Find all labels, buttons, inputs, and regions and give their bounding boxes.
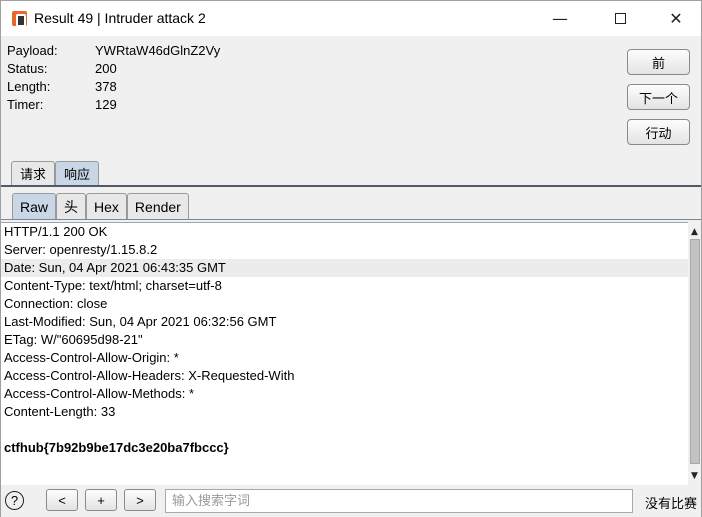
match-status: 没有比赛 [645, 497, 698, 512]
close-button[interactable]: ✕ [653, 1, 699, 35]
tab-divider [1, 185, 701, 187]
response-line: Access-Control-Allow-Origin: * [4, 350, 179, 365]
scroll-down-icon[interactable]: ▼ [689, 469, 700, 482]
tab-hex[interactable]: Hex [86, 193, 127, 219]
view-mode-tabs: Raw 头 Hex Render [12, 193, 189, 219]
title-bar: Result 49 | Intruder attack 2 — ✕ [1, 1, 701, 36]
response-line: Content-Type: text/html; charset=utf-8 [4, 278, 222, 293]
scroll-up-icon[interactable]: ▲ [689, 225, 700, 238]
search-previous-button[interactable]: < [46, 489, 78, 511]
payload-value: YWRtaW46dGlnZ2Vy [95, 43, 221, 58]
search-input[interactable] [165, 489, 633, 513]
view-tab-divider [1, 219, 701, 220]
status-value: 200 [95, 61, 117, 76]
window-title: Result 49 | Intruder attack 2 [34, 10, 206, 26]
result-window: Result 49 | Intruder attack 2 — ✕ Payloa… [0, 0, 702, 517]
result-info: Payload: YWRtaW46dGlnZ2Vy Status: 200 Le… [7, 43, 220, 115]
response-line: Access-Control-Allow-Methods: * [4, 386, 195, 401]
tab-request[interactable]: 请求 [11, 161, 56, 185]
minimize-button[interactable]: — [537, 1, 583, 35]
action-button[interactable]: 行动 [627, 119, 690, 145]
response-text-area[interactable]: HTTP/1.1 200 OK Server: openresty/1.15.8… [1, 222, 688, 485]
close-icon: ✕ [669, 8, 683, 28]
response-line: HTTP/1.1 200 OK [4, 224, 108, 239]
length-label: Length: [7, 79, 51, 94]
info-row-length: Length: 378 [7, 79, 220, 97]
tab-headers[interactable]: 头 [56, 193, 87, 219]
response-line-highlighted: Date: Sun, 04 Apr 2021 06:43:35 GMT [1, 259, 688, 277]
tab-raw[interactable]: Raw [12, 193, 57, 219]
previous-button[interactable]: 前 [627, 49, 690, 75]
search-next-button[interactable]: > [124, 489, 156, 511]
search-bar: ? < + > 没有比赛 [1, 487, 701, 517]
scrollbar-thumb[interactable] [690, 239, 700, 464]
response-line: Access-Control-Allow-Headers: X-Requeste… [4, 368, 295, 383]
timer-value: 129 [95, 97, 117, 112]
response-line: Content-Length: 33 [4, 404, 116, 419]
minimize-icon: — [552, 8, 568, 28]
request-response-tabs: 请求 响应 [11, 161, 100, 185]
response-line: Server: openresty/1.15.8.2 [4, 242, 158, 257]
info-row-status: Status: 200 [7, 61, 220, 79]
tab-response[interactable]: 响应 [55, 161, 100, 185]
burp-app-icon [12, 11, 27, 27]
maximize-icon [614, 12, 626, 24]
search-add-button[interactable]: + [85, 489, 117, 511]
response-body-flag: ctfhub{7b92b9be17dc3e20ba7fbccc} [4, 440, 229, 455]
info-row-payload: Payload: YWRtaW46dGlnZ2Vy [7, 43, 220, 61]
maximize-button[interactable] [597, 1, 643, 35]
tab-render[interactable]: Render [126, 193, 189, 219]
response-line: ETag: W/"60695d98-21" [4, 332, 143, 347]
help-icon[interactable]: ? [5, 491, 24, 510]
response-line: Connection: close [4, 296, 108, 311]
length-value: 378 [95, 79, 117, 94]
status-label: Status: [7, 61, 48, 76]
timer-label: Timer: [7, 97, 44, 112]
response-line-blank [1, 421, 688, 439]
payload-label: Payload: [7, 43, 58, 58]
next-button[interactable]: 下一个 [627, 84, 690, 110]
info-row-timer: Timer: 129 [7, 97, 220, 115]
response-line: Last-Modified: Sun, 04 Apr 2021 06:32:56… [4, 314, 277, 329]
